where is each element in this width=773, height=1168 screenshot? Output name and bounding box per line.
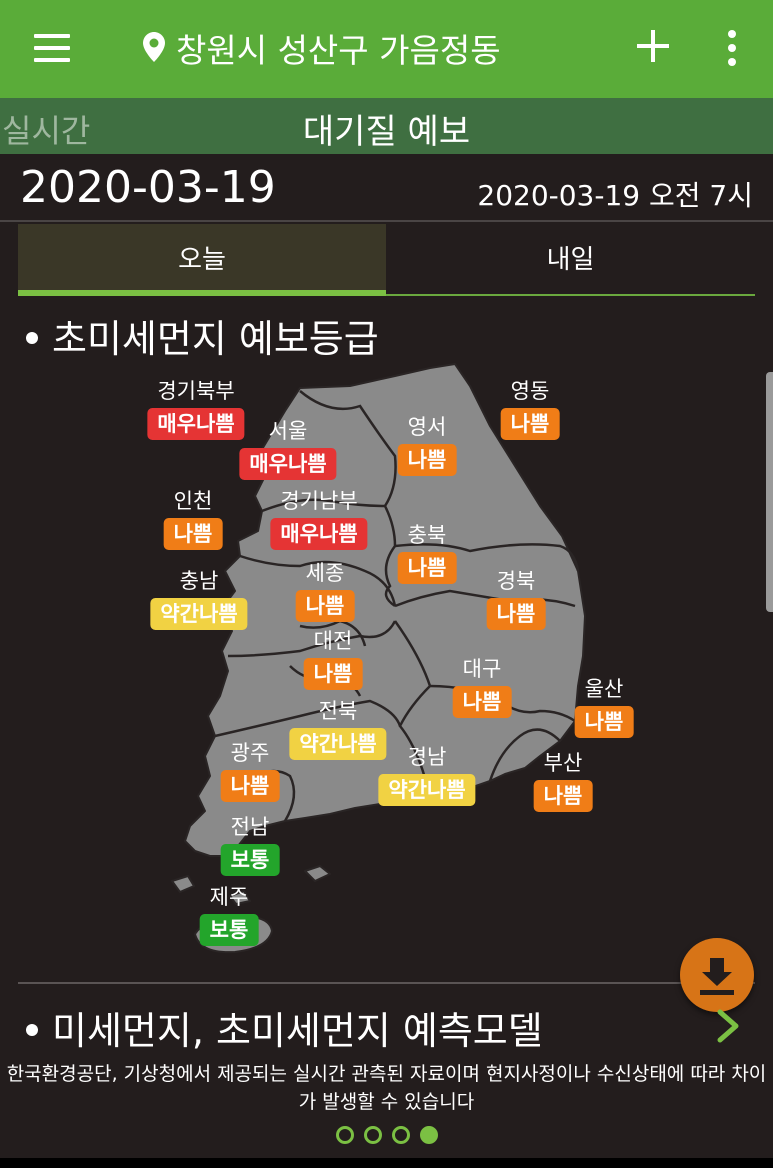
region-daejeon[interactable]: 대전 나쁨 <box>303 628 363 690</box>
grade-badge: 매우나쁨 <box>270 518 368 550</box>
region-incheon[interactable]: 인천 나쁨 <box>163 488 223 550</box>
region-ulsan[interactable]: 울산 나쁨 <box>574 676 634 738</box>
app-bar: 창원시 성산구 가음정동 <box>0 0 773 98</box>
grade-badge: 보통 <box>199 914 259 946</box>
region-yeongseo[interactable]: 영서 나쁨 <box>397 414 457 476</box>
page-pager-header: 실시간 대기질 예보 <box>0 98 773 154</box>
more-options-icon[interactable] <box>722 30 742 66</box>
region-gyeonggi-north[interactable]: 경기북부 매우나쁨 <box>147 378 245 440</box>
region-name: 부산 <box>543 751 583 775</box>
region-name: 세종 <box>305 561 345 585</box>
region-gyeongbuk[interactable]: 경북 나쁨 <box>486 568 546 630</box>
region-name: 경남 <box>407 745 447 769</box>
grade-badge: 나쁨 <box>397 552 457 584</box>
region-yeongdong[interactable]: 영동 나쁨 <box>500 378 560 440</box>
region-name: 경기남부 <box>280 489 358 513</box>
grade-badge: 나쁨 <box>303 658 363 690</box>
region-jeonbuk[interactable]: 전북 약간나쁨 <box>289 698 387 760</box>
forecast-date: 2020-03-19 <box>20 162 276 213</box>
region-busan[interactable]: 부산 나쁨 <box>533 750 593 812</box>
section-title-pm25: 초미세먼지 예보등급 <box>26 308 379 363</box>
grade-badge: 나쁨 <box>452 686 512 718</box>
grade-badge: 나쁨 <box>500 408 560 440</box>
date-row: 2020-03-19 2020-03-19 오전 7시 <box>0 154 773 222</box>
edge-handle[interactable] <box>766 372 773 612</box>
region-name: 서울 <box>268 419 308 443</box>
day-tabs: 오늘 내일 <box>18 224 755 298</box>
grade-badge: 나쁨 <box>220 770 280 802</box>
region-name: 전남 <box>230 815 270 839</box>
region-gyeongnam[interactable]: 경남 약간나쁨 <box>378 744 476 806</box>
region-name: 대구 <box>462 657 502 681</box>
add-location-button[interactable] <box>637 30 669 62</box>
page-indicator <box>336 1126 446 1146</box>
region-jeonnam[interactable]: 전남 보통 <box>220 814 280 876</box>
region-name: 경기북부 <box>157 379 235 403</box>
grade-badge: 매우나쁨 <box>239 448 337 480</box>
region-name: 인천 <box>173 489 213 513</box>
grade-badge: 매우나쁨 <box>147 408 245 440</box>
section-title-text: 초미세먼지 예보등급 <box>52 317 379 361</box>
region-name: 광주 <box>230 741 270 765</box>
region-seoul[interactable]: 서울 매우나쁨 <box>239 418 337 480</box>
page-dot[interactable] <box>336 1126 354 1144</box>
grade-badge: 보통 <box>220 844 280 876</box>
region-name: 울산 <box>584 677 624 701</box>
region-gwangju[interactable]: 광주 나쁨 <box>220 740 280 802</box>
region-name: 영서 <box>407 415 447 439</box>
region-chungbuk[interactable]: 충북 나쁨 <box>397 522 457 584</box>
tab-today[interactable]: 오늘 <box>18 224 386 294</box>
bottom-strip <box>0 1158 773 1168</box>
region-name: 제주 <box>209 885 249 909</box>
grade-badge: 나쁨 <box>533 780 593 812</box>
korea-map-shape <box>171 363 586 954</box>
bullet-icon <box>26 1023 38 1036</box>
section-title-model[interactable]: 미세먼지, 초미세먼지 예측모델 <box>26 1000 543 1055</box>
grade-badge: 약간나쁨 <box>378 774 476 806</box>
map-pin-icon <box>143 32 165 62</box>
grade-badge: 약간나쁨 <box>289 728 387 760</box>
region-daegu[interactable]: 대구 나쁨 <box>452 656 512 718</box>
download-icon <box>700 958 734 995</box>
grade-badge: 약간나쁨 <box>150 598 248 630</box>
region-name: 충남 <box>179 569 219 593</box>
hamburger-menu-icon[interactable] <box>34 34 70 62</box>
region-name: 충북 <box>407 523 447 547</box>
grade-badge: 나쁨 <box>397 444 457 476</box>
bullet-icon <box>26 331 38 344</box>
region-name: 대전 <box>313 629 353 653</box>
grade-badge: 나쁨 <box>163 518 223 550</box>
region-sejong[interactable]: 세종 나쁨 <box>295 560 355 622</box>
chevron-right-icon[interactable] <box>712 1008 742 1044</box>
update-time: 2020-03-19 오전 7시 <box>477 179 753 212</box>
region-name: 경북 <box>496 569 536 593</box>
download-button[interactable] <box>680 938 754 1012</box>
section-divider <box>18 982 755 984</box>
korea-forecast-map: 경기북부 매우나쁨 서울 매우나쁨 영서 나쁨 영동 나쁨 인천 나쁨 경기남부… <box>0 356 773 976</box>
grade-badge: 나쁨 <box>295 590 355 622</box>
location-title[interactable]: 창원시 성산구 가음정동 <box>176 24 501 72</box>
grade-badge: 나쁨 <box>486 598 546 630</box>
disclaimer-text: 한국환경공단, 기상청에서 제공되는 실시간 관측된 자료이며 현지사정이나 수… <box>6 1063 767 1113</box>
page-dot[interactable] <box>392 1126 410 1144</box>
page-dot[interactable] <box>364 1126 382 1144</box>
region-jeju[interactable]: 제주 보통 <box>199 884 259 946</box>
region-gyeonggi-south[interactable]: 경기남부 매우나쁨 <box>270 488 368 550</box>
region-name: 영동 <box>510 379 550 403</box>
region-name: 전북 <box>318 699 358 723</box>
section-title-text: 미세먼지, 초미세먼지 예측모델 <box>52 1009 543 1053</box>
tab-tomorrow[interactable]: 내일 <box>386 224 755 294</box>
tab-indicator <box>18 290 386 296</box>
page-title: 대기질 예보 <box>302 112 471 152</box>
region-chungnam[interactable]: 충남 약간나쁨 <box>150 568 248 630</box>
page-dot-active[interactable] <box>420 1126 438 1144</box>
grade-badge: 나쁨 <box>574 706 634 738</box>
